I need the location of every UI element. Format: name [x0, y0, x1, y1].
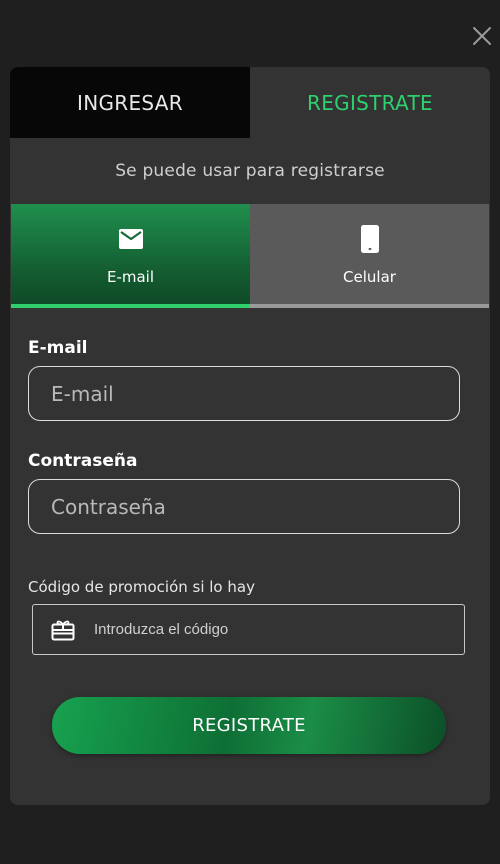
close-button[interactable] [470, 24, 494, 48]
close-icon [473, 27, 491, 45]
gift-card-icon [51, 620, 75, 640]
register-modal: INGRESAR REGISTRATE Se puede usar para r… [10, 67, 490, 805]
email-label: E-mail [28, 338, 88, 358]
method-tab-phone[interactable]: Celular [250, 204, 489, 308]
tab-register[interactable]: REGISTRATE [250, 67, 490, 138]
method-email-label: E-mail [106, 268, 155, 286]
auth-tabs: INGRESAR REGISTRATE [10, 67, 490, 138]
register-submit-button[interactable]: REGISTRATE [52, 697, 446, 754]
register-form: E-mail Contraseña Código de promoción si… [10, 338, 490, 754]
smartphone-icon [360, 225, 379, 253]
promo-code-box[interactable] [32, 604, 465, 655]
register-method-tabs: E-mail Celular [11, 204, 489, 308]
promo-code-label: Código de promoción si lo hay [28, 578, 255, 596]
email-field[interactable] [28, 366, 460, 421]
method-tab-email[interactable]: E-mail [11, 204, 250, 308]
envelope-icon [118, 229, 143, 249]
tab-login[interactable]: INGRESAR [10, 67, 250, 138]
method-phone-label: Celular [343, 268, 396, 286]
register-hint: Se puede usar para registrarse [115, 161, 385, 181]
tab-login-label: INGRESAR [77, 90, 183, 115]
tab-register-label: REGISTRATE [307, 90, 433, 115]
promo-code-input[interactable] [94, 621, 446, 638]
register-submit-label: REGISTRATE [192, 715, 306, 736]
password-label: Contraseña [28, 451, 138, 471]
password-field[interactable] [28, 479, 460, 534]
